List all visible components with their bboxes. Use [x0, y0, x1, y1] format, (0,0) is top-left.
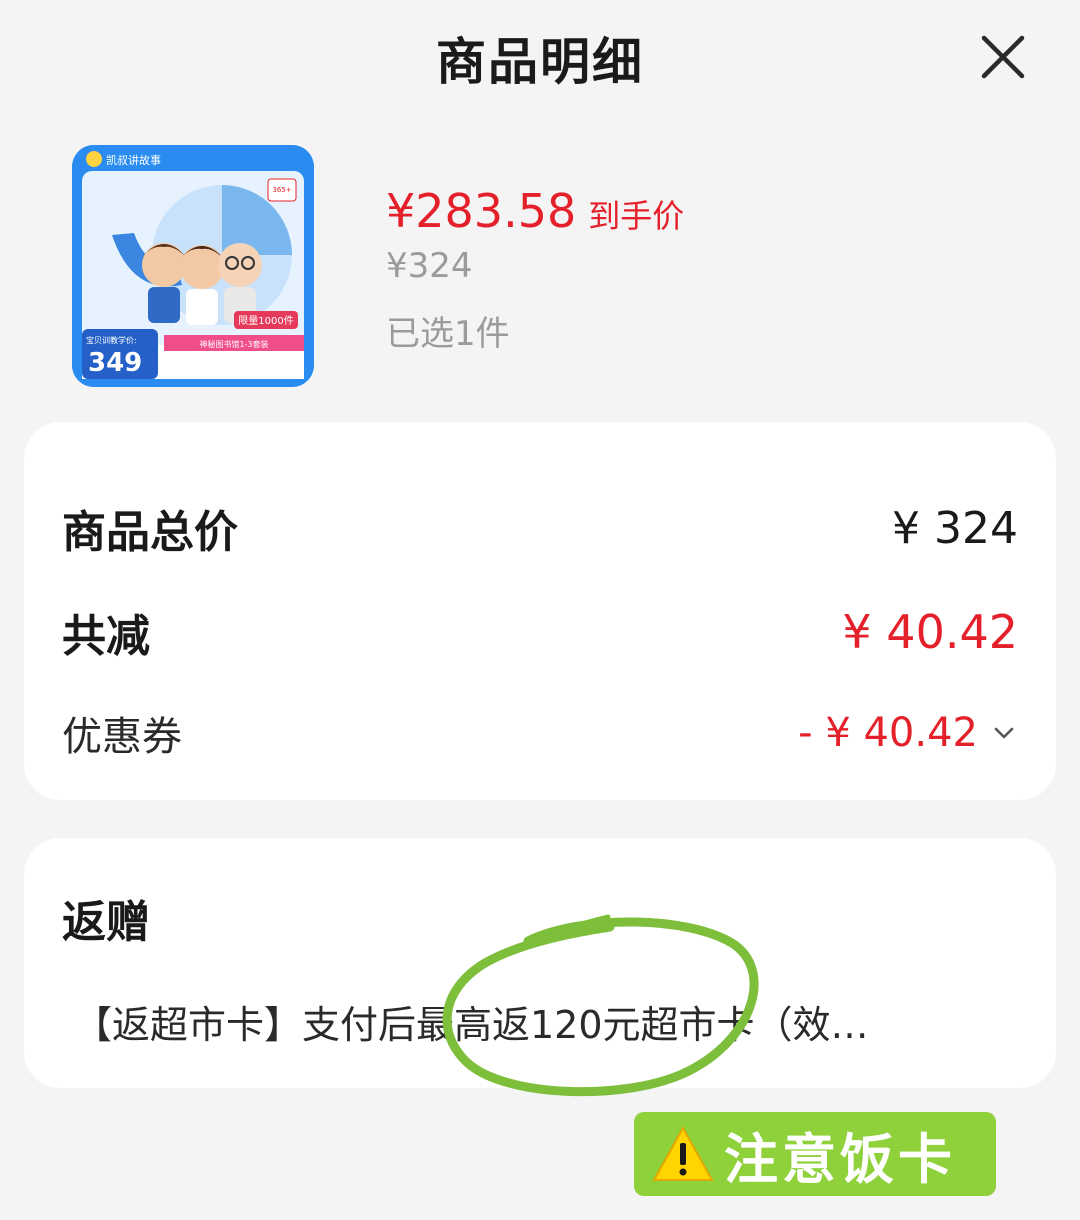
- product-thumbnail-art: 限量1000件 神秘图书馆1-3套装 宝贝训教学价: 349 凯叔讲故事 365…: [72, 145, 314, 387]
- rebate-description[interactable]: 【返超市卡】支付后最高返120元超市卡（效…: [74, 994, 954, 1049]
- coupon-row[interactable]: 优惠券 - ¥ 40.42: [62, 704, 1018, 762]
- coupon-value: - ¥ 40.42: [798, 710, 978, 756]
- price-summary-card: 商品总价 ¥ 324 共减 ¥ 40.42 优惠券 - ¥ 40.42: [24, 422, 1056, 800]
- final-price-label: 到手价: [588, 197, 685, 235]
- close-icon: [981, 35, 1025, 79]
- final-price: ¥283.58: [386, 184, 577, 238]
- discount-value: ¥ 40.42: [842, 605, 1018, 659]
- thumb-badge: 365+: [272, 186, 291, 194]
- chevron-down-icon: [994, 727, 1014, 739]
- thumb-brand: 凯叔讲故事: [106, 153, 161, 167]
- total-price-row: 商品总价 ¥ 324: [62, 496, 1018, 560]
- product-image[interactable]: 限量1000件 神秘图书馆1-3套装 宝贝训教学价: 349 凯叔讲故事 365…: [72, 145, 314, 387]
- thumb-ribbon: 神秘图书馆1-3套装: [199, 339, 268, 349]
- thumb-limit-label: 限量1000件: [238, 315, 293, 327]
- page-title: 商品明细: [436, 33, 644, 91]
- original-price: ¥324: [386, 246, 473, 286]
- rebate-title: 返赠: [62, 897, 150, 948]
- discount-label: 共减: [62, 611, 150, 662]
- total-price-value: ¥ 324: [892, 502, 1018, 554]
- warning-sticker: 注意饭卡: [634, 1112, 996, 1196]
- warning-text: 注意饭卡: [724, 1127, 956, 1191]
- total-price-label: 商品总价: [62, 507, 238, 558]
- coupon-toggle[interactable]: - ¥ 40.42: [798, 710, 1018, 756]
- warning-icon: [652, 1125, 714, 1181]
- thumb-price-caption: 宝贝训教学价:: [86, 335, 137, 345]
- rebate-card: 返赠 【返超市卡】支付后最高返120元超市卡（效…: [24, 838, 1056, 1088]
- selected-count: 已选1件: [386, 314, 510, 354]
- discount-row: 共减 ¥ 40.42: [62, 600, 1018, 664]
- coupon-label: 优惠券: [62, 714, 182, 760]
- final-price-line: ¥283.58 到手价: [386, 184, 684, 238]
- header: 商品明细: [0, 0, 1080, 110]
- close-button[interactable]: [976, 30, 1030, 84]
- thumb-price: 349: [88, 348, 142, 378]
